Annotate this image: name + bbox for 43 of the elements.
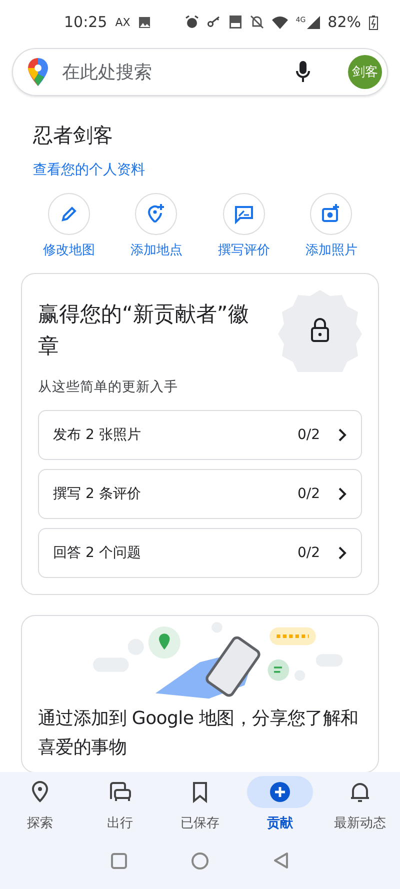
nav-tab[interactable]: 贡献 xyxy=(240,776,320,832)
task-label: 发布 2 张照片 xyxy=(53,426,142,444)
bell-icon xyxy=(348,780,372,804)
search-field[interactable]: 在此处搜索 剑客 xyxy=(12,48,388,96)
signal-icon xyxy=(306,16,320,28)
circle-nav-icon[interactable] xyxy=(191,852,209,870)
battery-percent: 82% xyxy=(328,13,361,31)
carrier-label: AX xyxy=(115,16,130,28)
share-text: 通过添加到 Google 地图，分享您了解和喜爱的事物 xyxy=(38,707,360,760)
plus-circle-icon xyxy=(268,780,292,804)
chevron-right-icon xyxy=(338,428,347,442)
key-icon xyxy=(206,16,221,28)
badge-title: 赢得您的“新贡献者”徽章 xyxy=(38,301,250,360)
map-pin-logo-icon xyxy=(28,58,48,86)
nav-tab[interactable]: 最新动态 xyxy=(320,776,400,832)
avatar-button[interactable]: 剑客 xyxy=(348,55,382,89)
square-nav-icon[interactable] xyxy=(111,852,127,868)
microphone-icon[interactable] xyxy=(296,61,310,83)
locked-badge-icon xyxy=(278,288,362,372)
review-bubble-icon xyxy=(232,203,255,225)
alarm-icon xyxy=(184,15,199,29)
badge-subtitle: 从这些简单的更新入手 xyxy=(38,378,179,396)
status-time: 10:25 xyxy=(64,13,108,31)
profile-link[interactable]: 查看您的个人资料 xyxy=(33,161,145,179)
bell-off-icon xyxy=(250,15,264,29)
action-button[interactable]: 修改地图 xyxy=(28,193,110,259)
action-button[interactable]: 添加地点 xyxy=(115,193,198,259)
task-label: 回答 2 个问题 xyxy=(53,544,142,562)
car-icon xyxy=(108,780,132,804)
chevron-right-icon xyxy=(338,546,347,560)
action-button[interactable]: 撰写评价 xyxy=(202,193,285,259)
action-button[interactable]: 添加照片 xyxy=(290,193,372,259)
nav-tab[interactable]: 已保存 xyxy=(160,776,240,832)
nav-tab[interactable]: 探索 xyxy=(0,776,80,832)
battery-icon xyxy=(369,14,378,30)
profile-name: 忍者剑客 xyxy=(33,122,114,149)
nav-tab[interactable]: 出行 xyxy=(80,776,160,832)
task-label: 撰写 2 条评价 xyxy=(53,485,142,503)
back-triangle-icon[interactable] xyxy=(273,852,289,869)
image-icon xyxy=(138,16,152,28)
volte-icon xyxy=(228,15,242,29)
wifi-icon xyxy=(272,16,288,28)
chevron-right-icon xyxy=(338,487,347,501)
